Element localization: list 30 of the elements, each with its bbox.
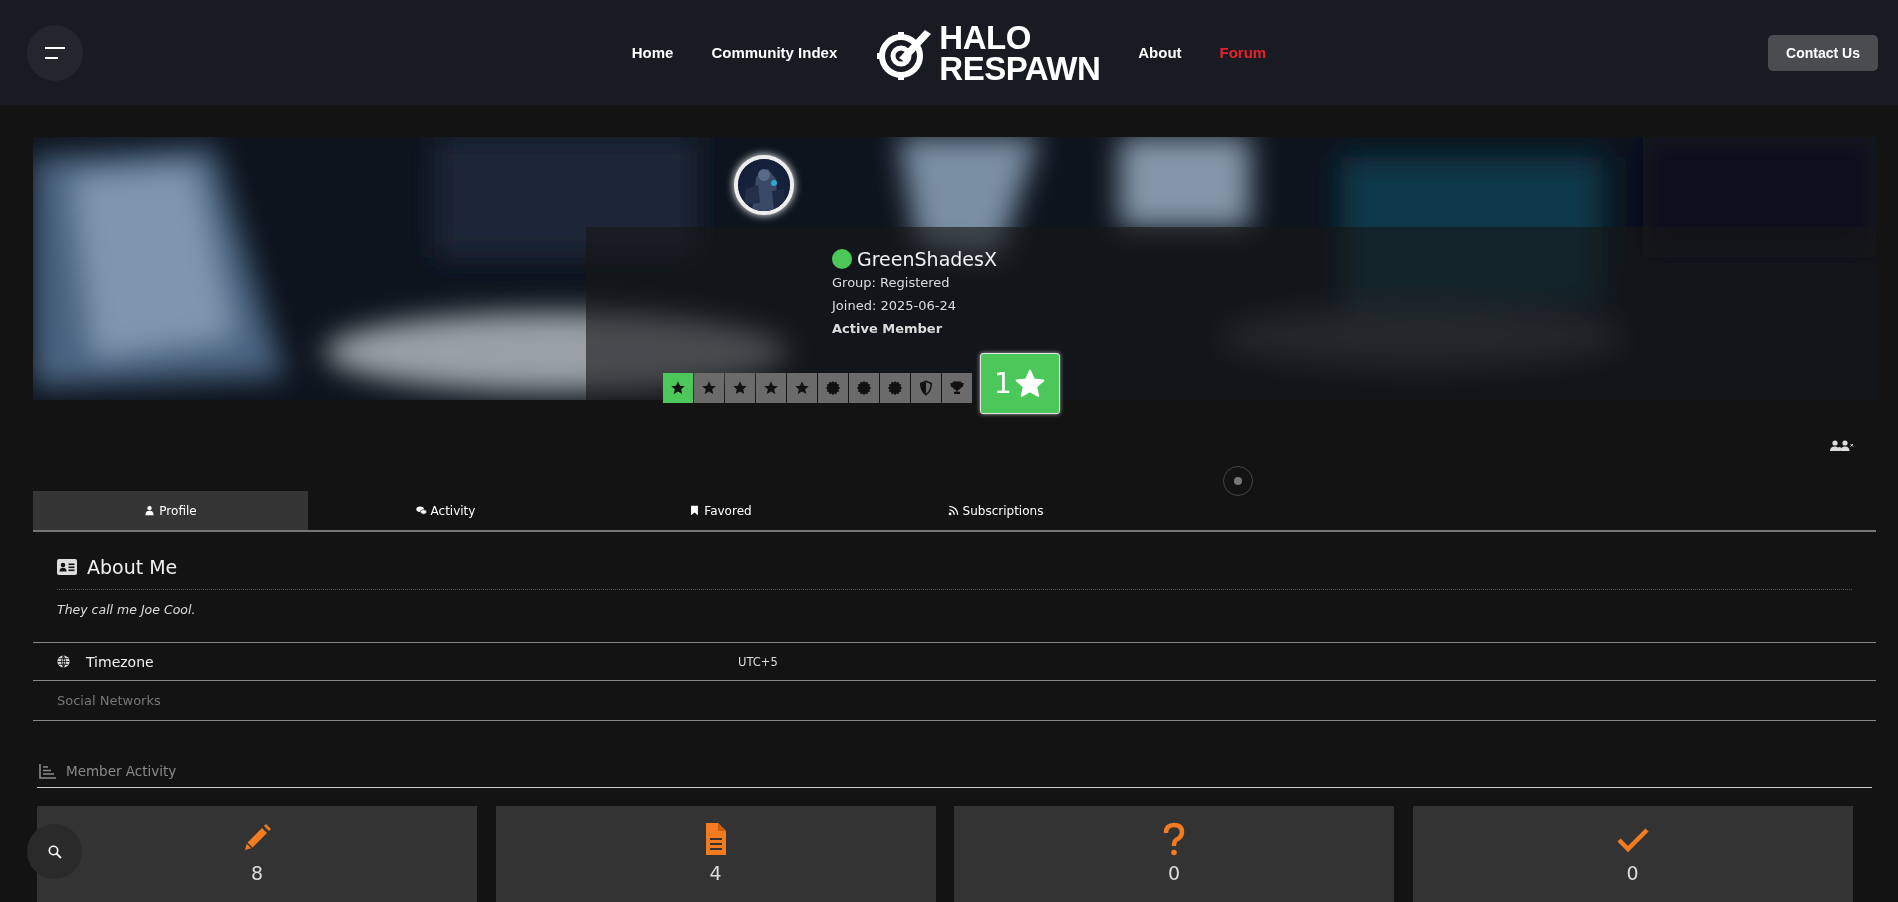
logo-text: HALO RESPAWN (939, 21, 1101, 84)
nav-link[interactable]: About (1138, 44, 1182, 61)
search-icon (47, 844, 62, 859)
rss-icon (947, 505, 959, 516)
id-card-icon (57, 558, 77, 575)
tab[interactable]: Profile (33, 491, 308, 530)
section-label: Social Networks (57, 693, 161, 708)
tab[interactable]: Subscriptions (858, 491, 1133, 530)
nav-link[interactable]: Home (631, 44, 674, 61)
tab[interactable]: Activity (308, 491, 583, 530)
stat-value: 0 (1167, 862, 1181, 884)
user-settings-icon[interactable] (1830, 440, 1854, 452)
nav-link[interactable]: Forum (1219, 44, 1267, 61)
stat-value: 8 (250, 862, 264, 884)
field-value: UTC+5 (738, 654, 779, 669)
field-label: Timezone (86, 653, 154, 670)
stat-value: 4 (709, 862, 722, 884)
section-heading: Member Activity (66, 763, 177, 779)
bookmark-icon (689, 505, 701, 516)
user-icon (144, 505, 156, 516)
chart-icon (39, 763, 56, 779)
contact-button[interactable]: Contact Us (1768, 34, 1878, 71)
chat-bubbles-icon (415, 505, 427, 516)
globe-icon (57, 655, 70, 668)
menu-icon (45, 46, 65, 59)
nav-link[interactable]: Community Index (711, 44, 838, 61)
section-heading: About Me (87, 555, 178, 578)
stat-value: 0 (1626, 862, 1639, 884)
about-text: They call me Joe Cool. (57, 601, 197, 619)
tab[interactable]: Favored (583, 491, 858, 530)
